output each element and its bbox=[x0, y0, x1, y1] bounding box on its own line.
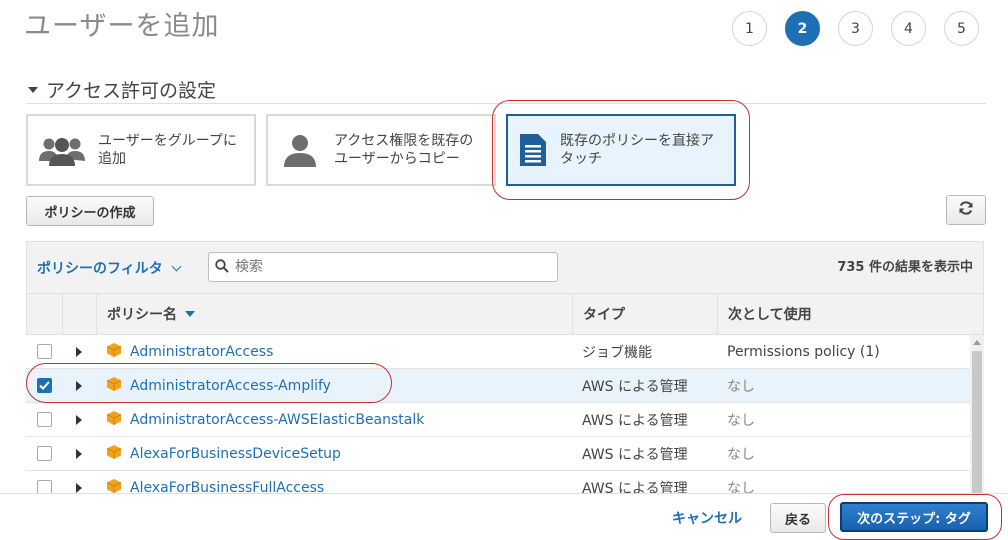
option-label: 既存のポリシーを直接アタッチ bbox=[560, 133, 714, 167]
search-icon bbox=[215, 258, 229, 277]
row-checkbox[interactable] bbox=[36, 446, 52, 461]
wizard-steps: 1 2 3 4 5 bbox=[732, 11, 979, 46]
result-count: 735 件の結果を表示中 bbox=[837, 260, 973, 275]
column-label: タイプ bbox=[583, 307, 625, 323]
step-3[interactable]: 3 bbox=[838, 11, 873, 46]
policy-cube-icon bbox=[106, 444, 122, 464]
step-5[interactable]: 5 bbox=[944, 11, 979, 46]
policy-table-body: AdministratorAccess ジョブ機能 Permissions po… bbox=[26, 335, 970, 495]
policy-table-header: ポリシー名 タイプ 次として使用 bbox=[26, 293, 984, 335]
option-copy-permissions[interactable]: アクセス権限を既存のユーザーからコピー bbox=[266, 114, 496, 186]
section-title: アクセス許可の設定 bbox=[46, 80, 217, 102]
scrollbar-thumb[interactable] bbox=[972, 351, 982, 495]
table-row[interactable]: AdministratorAccess ジョブ機能 Permissions po… bbox=[26, 335, 970, 369]
policy-used-as: なし bbox=[727, 446, 755, 463]
table-row[interactable]: AdministratorAccess-AWSElasticBeanstalk … bbox=[26, 403, 970, 437]
policy-name-link[interactable]: AdministratorAccess bbox=[130, 344, 273, 360]
row-checkbox-checked[interactable] bbox=[36, 378, 52, 393]
search-box[interactable] bbox=[208, 252, 558, 282]
policy-name-link[interactable]: AlexaForBusinessDeviceSetup bbox=[130, 446, 341, 462]
policy-cube-icon bbox=[106, 342, 122, 362]
chevron-down-icon bbox=[171, 261, 182, 272]
table-scrollbar[interactable] bbox=[970, 335, 984, 495]
policy-used-as: なし bbox=[727, 412, 755, 429]
search-input[interactable] bbox=[235, 259, 557, 275]
policy-name-link[interactable]: AdministratorAccess-AWSElasticBeanstalk bbox=[130, 412, 424, 428]
back-button[interactable]: 戻る bbox=[770, 503, 826, 533]
expand-row-icon[interactable] bbox=[76, 482, 82, 493]
scroll-up-arrow-icon[interactable] bbox=[973, 340, 981, 345]
column-header-type[interactable]: タイプ bbox=[573, 294, 718, 334]
option-add-to-group[interactable]: ユーザーをグループに追加 bbox=[26, 114, 256, 186]
policy-type: AWS による管理 bbox=[582, 412, 688, 429]
policy-used-as: なし bbox=[727, 378, 755, 395]
policy-used-as: Permissions policy (1) bbox=[727, 343, 880, 360]
option-label: アクセス権限を既存のユーザーからコピー bbox=[334, 133, 474, 167]
policy-filter-toggle[interactable]: ポリシーのフィルタ bbox=[37, 258, 182, 278]
section-divider bbox=[26, 103, 986, 104]
caret-down-icon bbox=[28, 86, 38, 93]
option-label: ユーザーをグループに追加 bbox=[98, 133, 237, 167]
table-row-selected[interactable]: AdministratorAccess-Amplify AWS による管理 なし bbox=[26, 369, 970, 403]
page-title: ユーザーを追加 bbox=[24, 11, 220, 42]
expand-row-icon[interactable] bbox=[76, 448, 82, 459]
filter-bar: ポリシーのフィルタ 735 件の結果を表示中 bbox=[26, 241, 984, 293]
create-policy-button[interactable]: ポリシーの作成 bbox=[26, 196, 154, 226]
column-header-policy-name[interactable]: ポリシー名 bbox=[97, 294, 573, 334]
permissions-section-header[interactable]: アクセス許可の設定 bbox=[28, 76, 216, 103]
policy-type: AWS による管理 bbox=[582, 446, 688, 463]
expand-row-icon[interactable] bbox=[76, 414, 82, 425]
policy-type: AWS による管理 bbox=[582, 378, 688, 395]
policy-name-link[interactable]: AdministratorAccess-Amplify bbox=[130, 378, 331, 394]
document-icon bbox=[518, 132, 548, 168]
column-header-used-as[interactable]: 次として使用 bbox=[718, 294, 983, 334]
table-row[interactable]: AlexaForBusinessFullAccess AWS による管理 なし bbox=[26, 471, 970, 495]
policy-type: ジョブ機能 bbox=[582, 344, 652, 361]
refresh-button[interactable] bbox=[946, 195, 986, 225]
expand-row-icon[interactable] bbox=[76, 380, 82, 391]
policy-cube-icon bbox=[106, 410, 122, 430]
row-checkbox[interactable] bbox=[36, 412, 52, 427]
header-select-cell bbox=[27, 294, 63, 334]
users-group-icon bbox=[38, 133, 86, 167]
expand-row-icon[interactable] bbox=[76, 346, 82, 357]
row-checkbox[interactable] bbox=[36, 344, 52, 359]
policy-cube-icon bbox=[106, 376, 122, 396]
wizard-footer: キャンセル 戻る 次のステップ: タグ bbox=[0, 493, 1008, 540]
filter-label: ポリシーのフィルタ bbox=[37, 261, 163, 277]
option-attach-existing-policies[interactable]: 既存のポリシーを直接アタッチ bbox=[506, 114, 736, 186]
step-1[interactable]: 1 bbox=[732, 11, 767, 46]
column-label: 次として使用 bbox=[728, 307, 812, 323]
cancel-button[interactable]: キャンセル bbox=[672, 508, 742, 528]
user-icon bbox=[278, 132, 322, 168]
column-label: ポリシー名 bbox=[107, 307, 177, 323]
header-expand-cell bbox=[63, 294, 97, 334]
next-step-tags-button[interactable]: 次のステップ: タグ bbox=[840, 502, 988, 532]
step-2-active[interactable]: 2 bbox=[785, 11, 820, 46]
refresh-icon bbox=[958, 200, 974, 220]
sort-descending-icon bbox=[185, 311, 195, 317]
step-4[interactable]: 4 bbox=[891, 11, 926, 46]
table-row[interactable]: AlexaForBusinessDeviceSetup AWS による管理 なし bbox=[26, 437, 970, 471]
